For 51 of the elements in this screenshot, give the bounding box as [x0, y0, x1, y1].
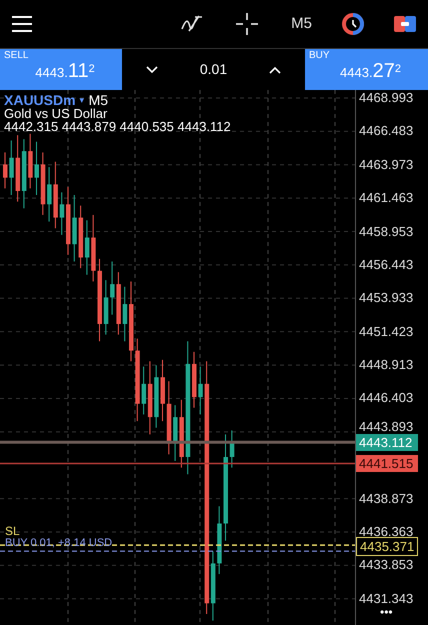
candle	[104, 280, 108, 336]
crosshair-icon[interactable]	[236, 13, 258, 35]
candle	[72, 194, 77, 262]
chart-timeframe: M5	[88, 94, 108, 107]
price-label: 4461.463	[359, 191, 414, 204]
candle	[198, 366, 203, 415]
ohlc-values: 4442.315 4443.879 4440.535 4443.112	[4, 120, 231, 133]
candle	[154, 364, 159, 428]
price-label: 4451.423	[359, 324, 414, 338]
price-label: 4463.973	[359, 158, 414, 171]
candle	[160, 359, 165, 422]
volume-field[interactable]: 0.01	[200, 59, 228, 80]
candle	[28, 133, 33, 189]
price-label: 4456.443	[359, 258, 414, 271]
price-label: 4446.403	[359, 391, 414, 404]
candle	[34, 141, 39, 196]
chevron-up-icon[interactable]	[269, 66, 281, 74]
price-label: 4458.953	[359, 224, 414, 238]
clock-icon[interactable]	[342, 13, 364, 35]
candle	[66, 186, 70, 256]
candle	[217, 506, 222, 575]
price-label: 4431.343	[359, 592, 414, 605]
menu-button[interactable]	[12, 16, 32, 32]
price-tag: 4435.371	[356, 537, 418, 556]
candle	[230, 430, 234, 468]
candle	[9, 140, 14, 196]
price-label: 4443.893	[359, 420, 414, 433]
candle	[60, 192, 64, 236]
candle	[122, 286, 128, 342]
price-label: 4453.933	[359, 291, 414, 304]
chevron-down-icon[interactable]	[146, 66, 158, 74]
candle	[91, 214, 96, 282]
price-tag: 4441.515	[356, 455, 418, 472]
symbol-description: Gold vs US Dollar	[4, 107, 108, 120]
candle	[192, 351, 196, 408]
symbol-name[interactable]: XAUUSDm	[4, 94, 76, 107]
more-button[interactable]: •••	[380, 606, 393, 618]
indicator-icon[interactable]	[181, 15, 204, 33]
stop-loss-label: SL	[5, 525, 20, 538]
symbol-caret[interactable]: ▾	[80, 94, 85, 107]
price-label: 4466.483	[359, 124, 414, 138]
price-tag: 4443.112	[356, 434, 418, 452]
trade-icon[interactable]	[394, 16, 416, 32]
price-label: 4436.363	[359, 524, 414, 538]
price-label: 4468.993	[359, 91, 414, 104]
price-label: 4433.853	[359, 558, 414, 572]
price-label: 4448.913	[359, 358, 414, 372]
candle	[3, 152, 8, 189]
timeframe-button[interactable]: M5	[291, 12, 312, 36]
candle	[40, 152, 46, 216]
price-label: 4438.873	[359, 492, 414, 505]
